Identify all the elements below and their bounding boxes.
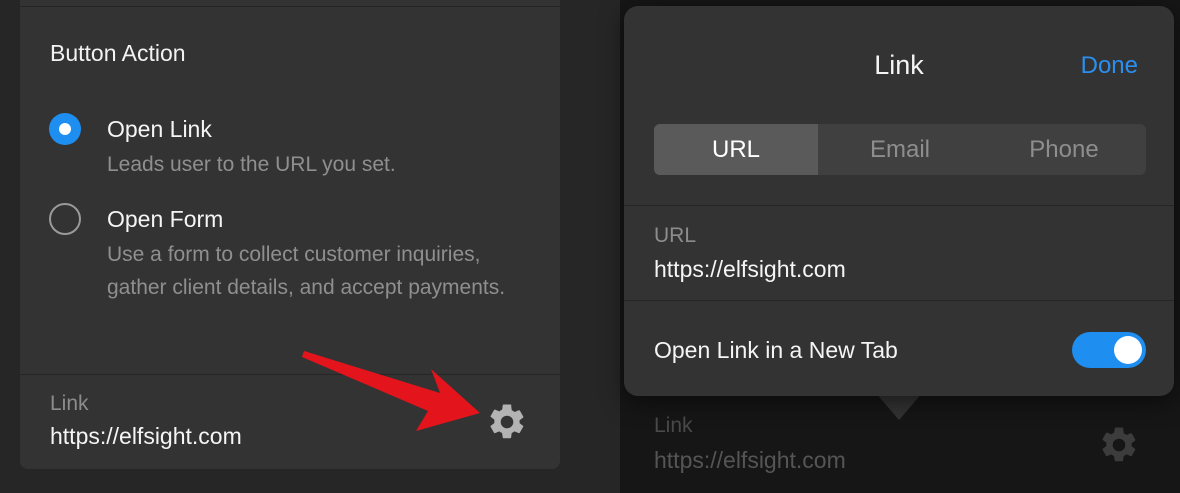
link-field-label: Link [50, 392, 89, 415]
link-field-label-dimmed: Link [654, 414, 693, 437]
divider [624, 300, 1174, 301]
segment-phone[interactable]: Phone [982, 124, 1146, 175]
open-form-radio[interactable] [49, 203, 81, 235]
link-type-segmented-control: URL Email Phone [654, 124, 1146, 175]
url-input[interactable]: https://elfsight.com [654, 256, 846, 283]
gear-icon[interactable] [486, 401, 528, 443]
divider [20, 6, 560, 7]
done-button[interactable]: Done [1081, 52, 1138, 80]
toggle-knob [1114, 336, 1142, 364]
segment-url[interactable]: URL [654, 124, 818, 175]
section-title: Button Action [50, 40, 186, 66]
open-form-option-title[interactable]: Open Form [107, 206, 223, 233]
link-popover: Link Done URL Email Phone URL https://el… [624, 6, 1174, 396]
annotation-arrow-icon [302, 351, 480, 431]
open-form-option-description: Use a form to collect customer inquiries… [107, 243, 506, 299]
open-link-option-title[interactable]: Open Link [107, 116, 212, 143]
open-link-radio[interactable] [49, 113, 81, 145]
popover-tail [875, 392, 923, 420]
link-field-value[interactable]: https://elfsight.com [50, 423, 242, 450]
link-field-value-dimmed: https://elfsight.com [654, 447, 846, 473]
url-field-label: URL [654, 224, 697, 247]
open-link-option-description: Leads user to the URL you set. [107, 153, 396, 176]
new-tab-label: Open Link in a New Tab [654, 337, 898, 363]
segment-email[interactable]: Email [818, 124, 982, 175]
new-tab-toggle[interactable] [1072, 332, 1146, 368]
divider [624, 205, 1174, 206]
gear-icon [1102, 427, 1136, 462]
